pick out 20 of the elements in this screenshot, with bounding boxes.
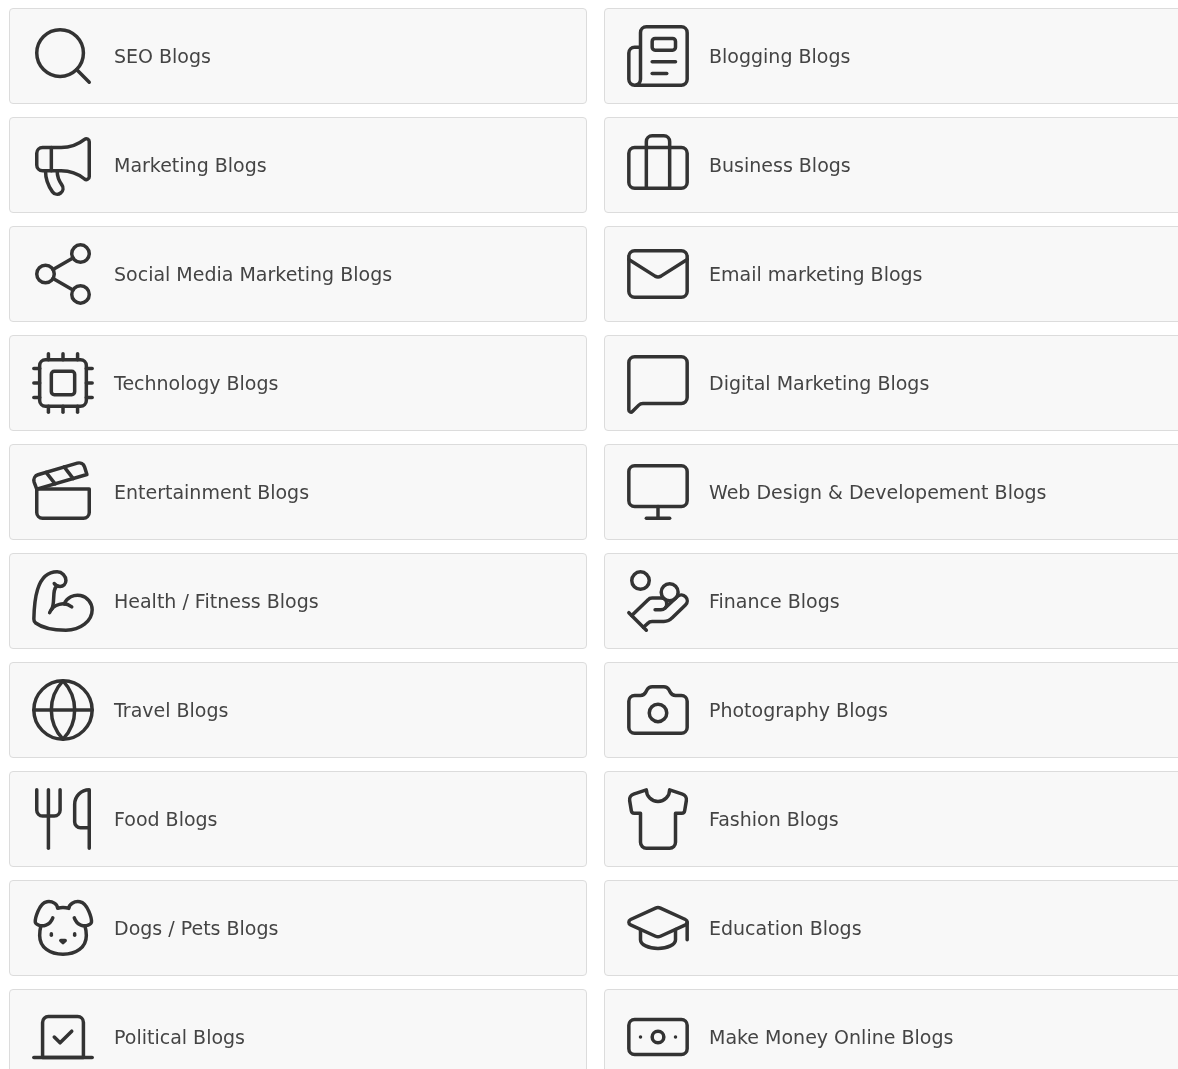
category-link[interactable]: Social Media Marketing Blogs [9, 226, 587, 322]
category-link[interactable]: Entertainment Blogs [9, 444, 587, 540]
category-link[interactable]: Finance Blogs [604, 553, 1178, 649]
category-link[interactable]: Fashion Blogs [604, 771, 1178, 867]
category-link[interactable]: Blogging Blogs [604, 8, 1178, 104]
category-link[interactable]: Travel Blogs [9, 662, 587, 758]
category-link[interactable]: Dogs / Pets Blogs [9, 880, 587, 976]
category-link[interactable]: Digital Marketing Blogs [604, 335, 1178, 431]
category-link[interactable]: Make Money Online Blogs [604, 989, 1178, 1069]
category-link[interactable]: Technology Blogs [9, 335, 587, 431]
category-link[interactable]: Education Blogs [604, 880, 1178, 976]
category-link[interactable]: Business Blogs [604, 117, 1178, 213]
category-link[interactable]: Food Blogs [9, 771, 587, 867]
category-link[interactable]: Email marketing Blogs [604, 226, 1178, 322]
category-link[interactable]: Photography Blogs [604, 662, 1178, 758]
category-link[interactable]: Political Blogs [9, 989, 587, 1069]
category-link[interactable]: Web Design & Developement Blogs [604, 444, 1178, 540]
category-link[interactable]: Marketing Blogs [9, 117, 587, 213]
category-link[interactable]: Health / Fitness Blogs [9, 553, 587, 649]
category-link[interactable]: SEO Blogs [9, 8, 587, 104]
